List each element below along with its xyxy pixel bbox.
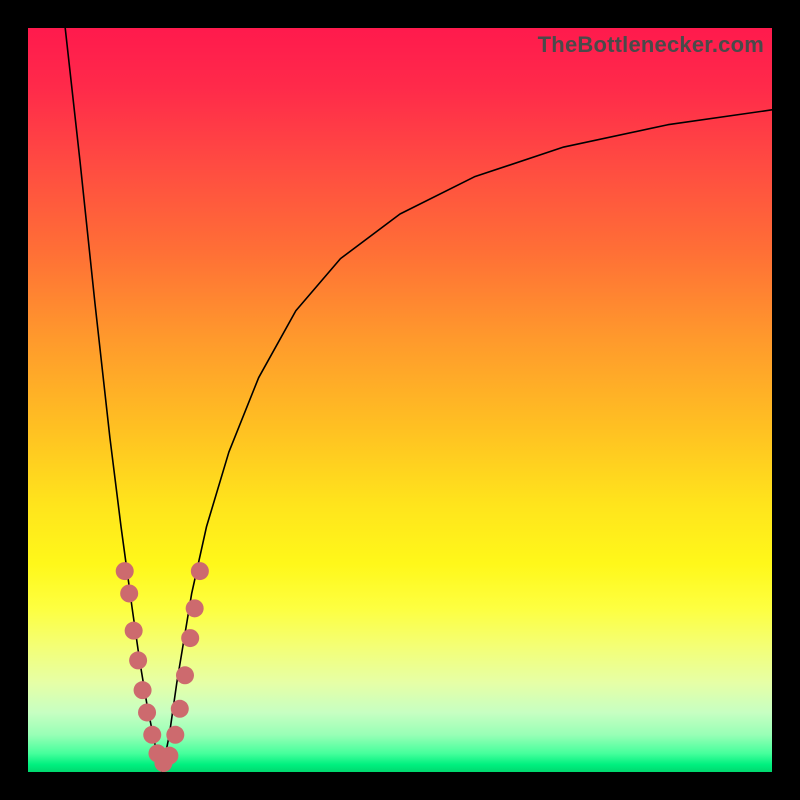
marker-dot (125, 622, 143, 640)
chart-frame: TheBottlenecker.com (0, 0, 800, 800)
marker-dots-group (116, 562, 209, 772)
chart-svg (28, 28, 772, 772)
marker-dot (186, 599, 204, 617)
marker-dot (120, 584, 138, 602)
watermark-text: TheBottlenecker.com (538, 32, 764, 58)
marker-dot (134, 681, 152, 699)
marker-dot (166, 726, 184, 744)
marker-dot (129, 651, 147, 669)
marker-dot (143, 726, 161, 744)
bottleneck-curve (65, 28, 772, 772)
marker-dot (181, 629, 199, 647)
marker-dot (138, 703, 156, 721)
marker-dot (171, 700, 189, 718)
marker-dot (176, 666, 194, 684)
marker-dot (160, 747, 178, 765)
bottleneck-curve-left (65, 28, 162, 772)
marker-dot (191, 562, 209, 580)
plot-area: TheBottlenecker.com (28, 28, 772, 772)
bottleneck-curve-right (162, 110, 772, 772)
marker-dot (116, 562, 134, 580)
